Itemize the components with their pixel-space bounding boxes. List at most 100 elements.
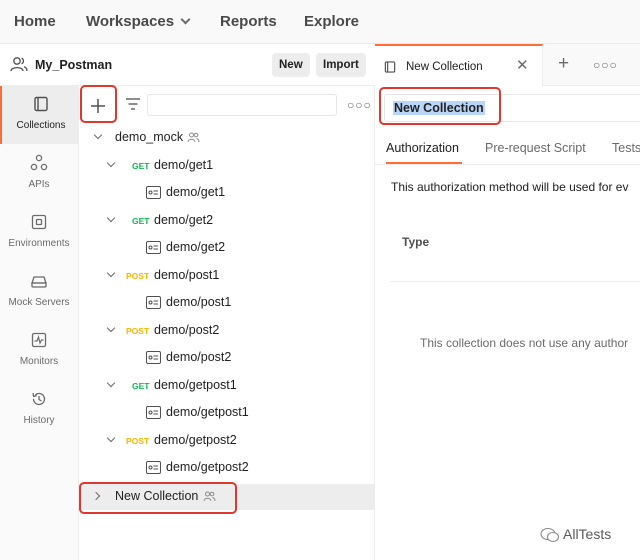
- method-badge: POST: [126, 436, 150, 446]
- example-name: demo/post1: [166, 295, 232, 309]
- rail-item-mock-servers[interactable]: Mock Servers: [0, 263, 78, 321]
- highlight-name-field: [379, 87, 501, 125]
- watermark: AllTests: [540, 526, 611, 543]
- example-row[interactable]: demo/get2: [79, 235, 375, 261]
- top-nav: Home Workspaces Reports Explore: [0, 0, 640, 44]
- example-name: demo/post2: [166, 350, 232, 364]
- method-badge: POST: [126, 326, 150, 336]
- rail-label-history: History: [23, 415, 55, 426]
- example-icon: [146, 461, 161, 474]
- chevron-down-icon: [106, 158, 116, 168]
- workspace-name[interactable]: My_Postman: [35, 58, 112, 72]
- example-row[interactable]: demo/getpost1: [79, 400, 375, 426]
- highlight-add-button: [80, 85, 117, 123]
- request-row[interactable]: GET demo/getpost1: [79, 373, 375, 399]
- request-name: demo/get1: [154, 158, 214, 172]
- request-name: demo/post2: [154, 323, 220, 337]
- chevron-down-icon: [106, 378, 116, 388]
- example-name: demo/getpost1: [166, 405, 249, 419]
- wechat-icon: [540, 528, 560, 543]
- new-tab-icon[interactable]: +: [558, 53, 569, 75]
- left-rail: Collections APIs Environments Mock Serve…: [0, 86, 79, 560]
- rail-label-environments: Environments: [8, 238, 70, 249]
- example-icon: [146, 351, 161, 364]
- history-icon: [32, 392, 46, 406]
- chevron-down-icon: [180, 14, 191, 25]
- method-badge: GET: [132, 161, 150, 171]
- tab-tests[interactable]: Tests: [612, 141, 640, 155]
- method-badge: POST: [126, 271, 150, 281]
- no-auth-message: This collection does not use any author: [420, 336, 629, 350]
- nav-workspaces[interactable]: Workspaces: [86, 13, 191, 30]
- highlight-new-collection: [79, 482, 237, 514]
- rail-label-collections: Collections: [16, 120, 66, 131]
- chevron-down-icon: [93, 130, 103, 140]
- rail-item-collections[interactable]: Collections: [0, 86, 78, 144]
- nav-home[interactable]: Home: [14, 13, 56, 30]
- rail-label-mock-servers: Mock Servers: [8, 297, 70, 308]
- team-icon: [187, 132, 200, 143]
- example-row[interactable]: demo/getpost2: [79, 455, 375, 481]
- workspace-header: My_Postman New Import: [0, 44, 375, 86]
- new-button[interactable]: New: [272, 53, 310, 77]
- tab-new-collection[interactable]: New Collection ✕: [375, 44, 543, 86]
- nav-workspaces-label: Workspaces: [86, 13, 175, 30]
- collections-icon: [34, 96, 48, 112]
- example-row[interactable]: demo/post2: [79, 345, 375, 371]
- example-name: demo/getpost2: [166, 460, 249, 474]
- apis-icon: [30, 154, 48, 171]
- watermark-text: AllTests: [563, 526, 612, 542]
- close-icon[interactable]: ✕: [516, 58, 529, 73]
- request-row[interactable]: GET demo/get2: [79, 208, 375, 234]
- nav-reports[interactable]: Reports: [220, 13, 277, 30]
- collections-icon: [384, 61, 396, 73]
- nav-explore[interactable]: Explore: [304, 13, 359, 30]
- auth-description: This authorization method will be used f…: [391, 180, 629, 194]
- request-name: demo/getpost2: [154, 433, 237, 447]
- example-icon: [146, 296, 161, 309]
- example-icon: [146, 241, 161, 254]
- rail-item-monitors[interactable]: Monitors: [0, 322, 78, 380]
- rail-item-history[interactable]: History: [0, 381, 78, 439]
- example-row[interactable]: demo/post1: [79, 290, 375, 316]
- chevron-down-icon: [106, 213, 116, 223]
- example-row[interactable]: demo/get1: [79, 180, 375, 206]
- tab-label: New Collection: [406, 61, 483, 73]
- filter-icon[interactable]: [126, 98, 140, 110]
- method-badge: GET: [132, 216, 150, 226]
- mock-servers-icon: [31, 276, 47, 288]
- collection-row-demo-mock[interactable]: demo_mock: [79, 125, 375, 151]
- user-icon: [10, 57, 28, 72]
- monitors-icon: [31, 332, 47, 348]
- more-options-icon[interactable]: ○○○: [347, 98, 372, 112]
- divider: [375, 164, 640, 165]
- rail-item-environments[interactable]: Environments: [0, 204, 78, 262]
- request-name: demo/post1: [154, 268, 220, 282]
- divider: [390, 281, 640, 282]
- collection-name: demo_mock: [115, 130, 184, 144]
- type-label: Type: [402, 235, 430, 249]
- tab-authorization[interactable]: Authorization: [386, 141, 459, 155]
- rail-label-monitors: Monitors: [19, 356, 59, 367]
- request-row[interactable]: POST demo/post1: [79, 263, 375, 289]
- example-icon: [146, 186, 161, 199]
- rail-label-apis: APIs: [28, 179, 50, 190]
- request-row[interactable]: GET demo/get1: [79, 153, 375, 179]
- request-row[interactable]: POST demo/getpost2: [79, 428, 375, 454]
- environments-icon: [31, 214, 47, 230]
- request-name: demo/getpost1: [154, 378, 237, 392]
- request-name: demo/get2: [154, 213, 214, 227]
- rail-item-apis[interactable]: APIs: [0, 145, 78, 203]
- request-row[interactable]: POST demo/post2: [79, 318, 375, 344]
- more-options-icon[interactable]: ○○○: [593, 58, 618, 72]
- tab-pre-request-script[interactable]: Pre-request Script: [485, 141, 586, 155]
- method-badge: GET: [132, 381, 150, 391]
- example-name: demo/get2: [166, 240, 226, 254]
- chevron-down-icon: [106, 323, 116, 333]
- search-collections-input[interactable]: [147, 94, 337, 116]
- chevron-down-icon: [106, 268, 116, 278]
- example-name: demo/get1: [166, 185, 226, 199]
- import-button[interactable]: Import: [316, 53, 366, 77]
- tab-bar: New Collection ✕ + ○○○: [375, 44, 640, 86]
- example-icon: [146, 406, 161, 419]
